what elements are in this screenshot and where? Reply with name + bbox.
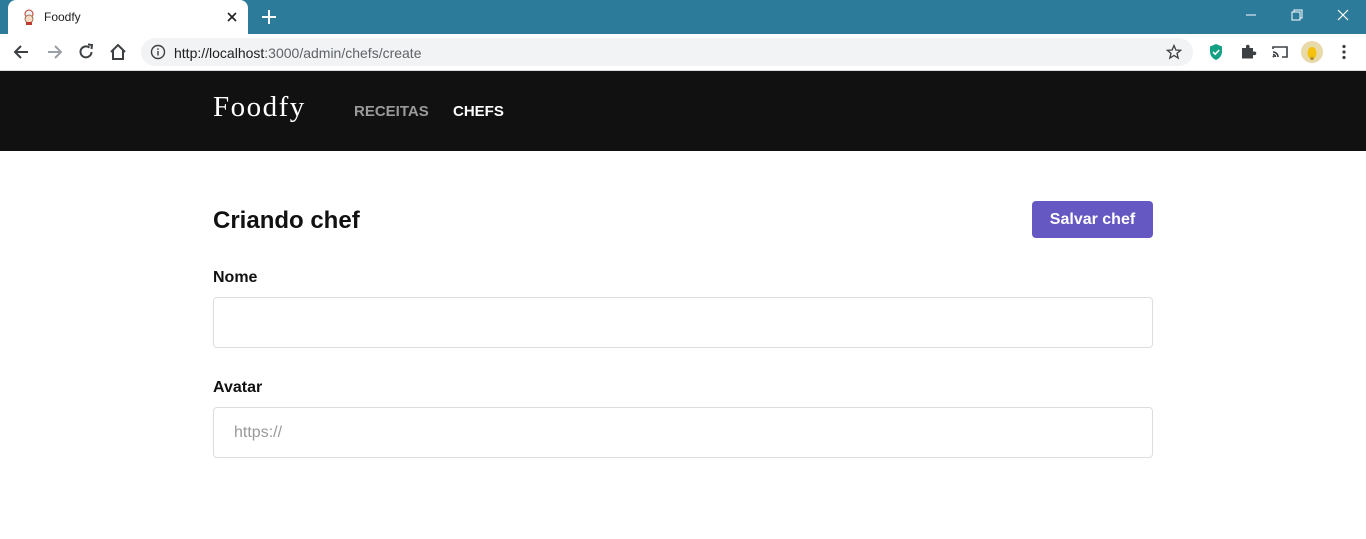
name-input[interactable] <box>213 297 1153 348</box>
kebab-menu-icon[interactable] <box>1334 42 1354 62</box>
url-path: :3000/admin/chefs/create <box>264 45 422 61</box>
reload-icon[interactable] <box>76 42 96 62</box>
chef-favicon-icon <box>21 9 37 25</box>
address-bar[interactable]: http://localhost:3000/admin/chefs/create <box>141 38 1193 66</box>
page-title: Criando chef <box>213 207 360 234</box>
nav-link-chefs[interactable]: CHEFS <box>453 103 504 120</box>
browser-tab-strip: Foodfy <box>0 0 1366 34</box>
plus-icon[interactable] <box>260 8 278 26</box>
url-text: http://localhost:3000/admin/chefs/create <box>174 45 422 61</box>
cast-icon[interactable] <box>1270 42 1290 62</box>
avatar-icon[interactable] <box>1301 41 1323 63</box>
shield-icon[interactable] <box>1206 42 1226 62</box>
puzzle-icon[interactable] <box>1238 42 1258 62</box>
save-chef-button[interactable]: Salvar chef <box>1032 201 1153 238</box>
avatar-label: Avatar <box>213 379 263 396</box>
arrow-left-icon[interactable] <box>12 42 32 62</box>
close-icon[interactable] <box>224 9 240 25</box>
home-icon[interactable] <box>108 42 128 62</box>
browser-toolbar: http://localhost:3000/admin/chefs/create <box>0 34 1366 71</box>
arrow-right-icon[interactable] <box>44 42 64 62</box>
window-close-icon[interactable] <box>1320 0 1366 30</box>
avatar-url-input[interactable] <box>213 407 1153 458</box>
info-icon[interactable] <box>150 44 166 60</box>
site-logo[interactable]: Foodfy <box>213 91 306 124</box>
minimize-icon[interactable] <box>1228 0 1274 30</box>
name-label: Nome <box>213 269 258 286</box>
nav-link-recipes[interactable]: RECEITAS <box>354 103 429 120</box>
site-header: Foodfy RECEITAS CHEFS <box>0 71 1366 151</box>
tab-title: Foodfy <box>44 10 81 24</box>
star-icon[interactable] <box>1165 43 1183 60</box>
url-host: http://localhost <box>174 45 265 61</box>
restore-icon[interactable] <box>1274 0 1320 30</box>
browser-tab[interactable]: Foodfy <box>8 0 248 34</box>
